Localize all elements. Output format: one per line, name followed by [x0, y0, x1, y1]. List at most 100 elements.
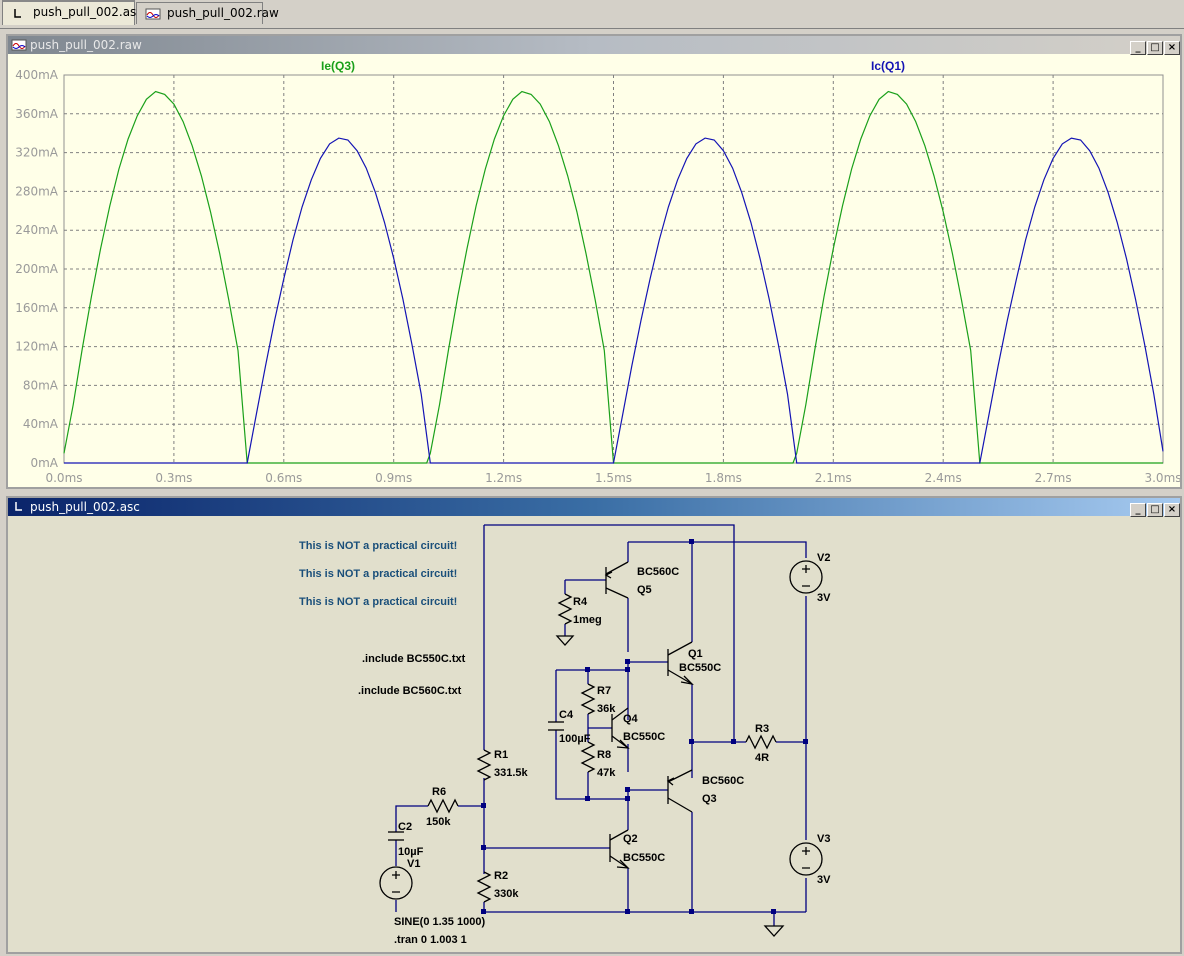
- q5-model: BC560C: [637, 566, 679, 578]
- x-tick-label: 2.4ms: [925, 471, 962, 485]
- v1-name: V1: [407, 858, 420, 870]
- capacitor-c2[interactable]: [388, 831, 404, 841]
- v2-value: 3V: [817, 592, 831, 604]
- y-tick-label: 120mA: [15, 340, 59, 354]
- r7-name: R7: [597, 685, 611, 697]
- x-tick-label: 3.0ms: [1144, 471, 1180, 485]
- voltage-source-v3[interactable]: [789, 842, 823, 876]
- v3-name: V3: [817, 833, 830, 845]
- tab-schematic[interactable]: push_pull_002.asc: [2, 0, 143, 25]
- schematic-window-title: push_pull_002.asc: [30, 500, 140, 514]
- waveform-window: push_pull_002.raw _ □ × 0.0ms 0.3ms 0.6ms 0.9…: [6, 34, 1182, 489]
- c2-name: C2: [398, 821, 412, 833]
- resistor-r3[interactable]: [745, 734, 777, 750]
- close-button[interactable]: ×: [1164, 503, 1180, 517]
- q4-name: Q4: [623, 713, 639, 725]
- r3-name: R3: [755, 723, 769, 735]
- tab-waveform[interactable]: push_pull_002.raw: [136, 2, 279, 24]
- close-button[interactable]: ×: [1164, 41, 1180, 55]
- schematic-window: push_pull_002.asc _ □ × This is NOT a pr…: [6, 496, 1182, 954]
- schematic-icon: [14, 9, 21, 18]
- y-tick-label: 360mA: [15, 107, 59, 121]
- c4-name: C4: [559, 709, 574, 721]
- resistor-r6[interactable]: [427, 798, 459, 814]
- waveform-window-controls: _ □ ×: [1129, 37, 1180, 55]
- y-tick-label: 160mA: [15, 301, 59, 315]
- r8-name: R8: [597, 749, 611, 761]
- v2-name: V2: [817, 552, 830, 564]
- restore-button[interactable]: □: [1147, 41, 1163, 55]
- document-tab-strip: push_pull_002.asc push_pull_002.raw: [0, 0, 1184, 29]
- q2-name: Q2: [623, 833, 638, 845]
- x-tick-label: 1.5ms: [595, 471, 632, 485]
- capacitor-c4[interactable]: [548, 721, 564, 731]
- c2-value: 10µF: [398, 846, 424, 858]
- minimize-button[interactable]: _: [1130, 503, 1146, 517]
- trace-label-ic-q1[interactable]: Ic(Q1): [871, 59, 905, 73]
- r2-name: R2: [494, 870, 508, 882]
- tran-directive: .tran 0 1.003 1: [394, 934, 467, 946]
- y-tick-label: 240mA: [15, 223, 59, 237]
- warning-note-2: This is NOT a practical circuit!: [299, 568, 457, 580]
- transistor-q5[interactable]: [604, 561, 629, 599]
- r8-value: 47k: [597, 767, 616, 779]
- resistor-r8[interactable]: [580, 741, 596, 773]
- voltage-source-v2[interactable]: [789, 560, 823, 594]
- schematic-canvas[interactable]: This is NOT a practical circuit! This is…: [8, 516, 1180, 952]
- q2-model: BC550C: [623, 852, 665, 864]
- r4-name: R4: [573, 596, 588, 608]
- q4-model: BC550C: [623, 731, 665, 743]
- x-tick-label: 0.9ms: [375, 471, 412, 485]
- warning-note-3: This is NOT a practical circuit!: [299, 596, 457, 608]
- r3-value: 4R: [755, 752, 769, 764]
- r1-name: R1: [494, 749, 508, 761]
- waveform-window-titlebar[interactable]: push_pull_002.raw _ □ ×: [8, 36, 1180, 55]
- x-tick-label: 0.6ms: [265, 471, 302, 485]
- y-tick-label: 320mA: [15, 146, 59, 160]
- q3-name: Q3: [702, 793, 717, 805]
- y-tick-label: 200mA: [15, 262, 59, 276]
- tab-waveform-label: push_pull_002.raw: [167, 6, 279, 20]
- x-tick-label: 1.8ms: [705, 471, 742, 485]
- waveform-window-title: push_pull_002.raw: [30, 38, 142, 52]
- trace-label-ie-q3[interactable]: Ie(Q3): [321, 59, 355, 73]
- waveform-icon: [11, 39, 27, 51]
- resistor-r1[interactable]: [476, 749, 492, 781]
- y-tick-label: 280mA: [15, 184, 59, 198]
- tab-schematic-label: push_pull_002.asc: [33, 5, 143, 19]
- r6-name: R6: [432, 786, 446, 798]
- waveform-plot[interactable]: 0.0ms 0.3ms 0.6ms 0.9ms 1.2ms 1.5ms 1.8ms 2.1ms…: [8, 54, 1180, 487]
- q3-model: BC560C: [702, 775, 744, 787]
- schematic-window-controls: _ □ ×: [1129, 499, 1180, 517]
- x-tick-label: 0.3ms: [155, 471, 192, 485]
- schematic-window-titlebar[interactable]: push_pull_002.asc _ □ ×: [8, 498, 1180, 517]
- resistor-r4[interactable]: [557, 593, 573, 625]
- minimize-button[interactable]: _: [1130, 41, 1146, 55]
- warning-note-1: This is NOT a practical circuit!: [299, 540, 457, 552]
- r1-value: 331.5k: [494, 767, 529, 779]
- restore-button[interactable]: □: [1147, 503, 1163, 517]
- ground-icon: [555, 635, 575, 646]
- y-tick-label: 0mA: [30, 456, 58, 470]
- v1-sine-spec: SINE(0 1.35 1000): [394, 916, 485, 928]
- x-tick-label: 1.2ms: [485, 471, 522, 485]
- r6-value: 150k: [426, 816, 451, 828]
- q5-name: Q5: [637, 584, 652, 596]
- r4-value: 1meg: [573, 614, 602, 626]
- y-tick-label: 400mA: [15, 68, 59, 82]
- x-tick-label: 2.7ms: [1035, 471, 1072, 485]
- wires: [395, 524, 807, 926]
- include-directive-bc550c: .include BC550C.txt: [362, 653, 466, 665]
- transistor-q3[interactable]: [666, 769, 693, 813]
- ground-icon: [763, 925, 785, 937]
- q1-name: Q1: [688, 648, 703, 660]
- voltage-source-v1[interactable]: [379, 866, 413, 900]
- y-tick-label: 40mA: [23, 417, 59, 431]
- x-tick-label: 0.0ms: [45, 471, 82, 485]
- resistor-r2[interactable]: [476, 871, 492, 903]
- r2-value: 330k: [494, 888, 519, 900]
- y-tick-label: 80mA: [23, 378, 59, 392]
- schematic-icon: [15, 502, 22, 511]
- resistor-r7[interactable]: [580, 683, 596, 715]
- c4-value: 100µF: [559, 733, 591, 745]
